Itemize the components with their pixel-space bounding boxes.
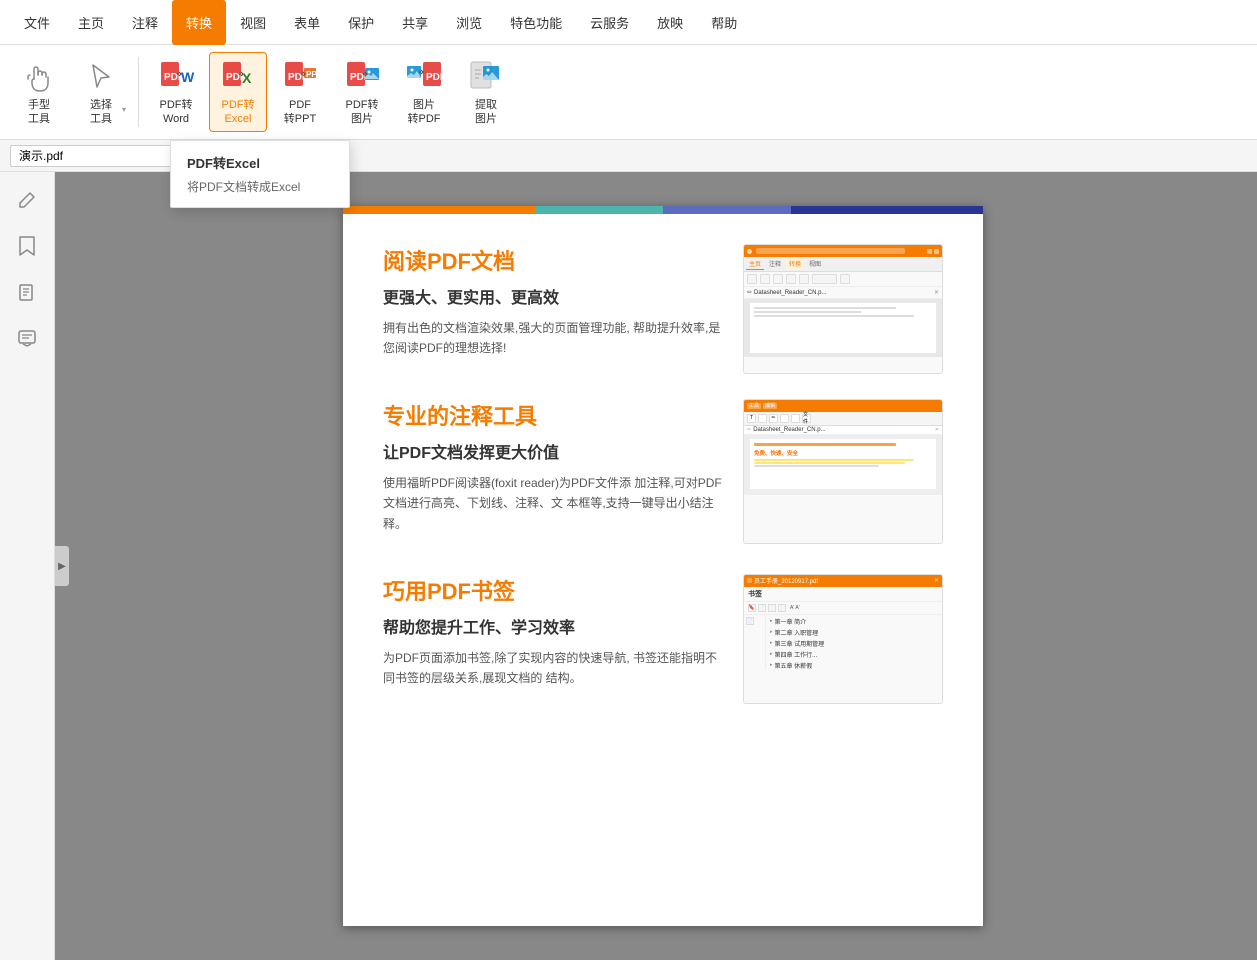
image-to-pdf-button[interactable]: PDF 图片转PDF [395,52,453,132]
svg-text:W: W [181,69,195,85]
section1-text: 拥有出色的文档渲染效果,强大的页面管理功能, 帮助提升效率,是您阅读PDF的理想… [383,318,723,359]
collapse-button[interactable]: ▶ [55,546,69,586]
menu-browse[interactable]: 浏览 [442,0,496,45]
pages-sidebar-icon[interactable] [9,274,45,310]
pdf-ppt-icon: PDF PPT [281,58,319,96]
color-bar-orange [343,206,535,214]
extract-label: 提取图片 [475,99,497,125]
section2-text: 使用福昕PDF阅读器(foxit reader)为PDF文件添 加注释,可对PD… [383,473,723,534]
select-tool-label: 选择工具 [90,99,112,125]
pdf-section-1: 阅读PDF文档 更强大、更实用、更高效 拥有出色的文档渲染效果,强大的页面管理功… [383,244,943,359]
main-area: ▶ 阅读PDF文档 更强大、更实用、更高效 拥有出色的文档渲染效果,强大的页面管… [0,172,1257,960]
separator-1 [138,57,139,127]
svg-text:PDF: PDF [426,72,443,83]
pdf-image-icon: PDF [343,58,381,96]
pdf-to-ppt-button[interactable]: PDF PPT PDF转PPT [271,52,329,132]
extract-icon [467,58,505,96]
pdf-ppt-label: PDF转PPT [284,99,316,125]
menu-convert[interactable]: 转换 [172,0,226,45]
toolbar: 手型工具 选择工具 PDF W PDF转Word PDF [0,45,1257,140]
extract-image-button[interactable]: 提取图片 [457,52,515,132]
section2-screenshot: 工具 编辑 T ✏ 文件 [743,399,943,544]
section3-title: 巧用PDF书签 [383,574,723,606]
bookmark-sidebar-icon[interactable] [9,228,45,264]
menu-special[interactable]: 特色功能 [496,0,576,45]
pdf-excel-icon: PDF X [219,58,257,96]
dropdown-tooltip: PDF转Excel 将PDF文档转成Excel [170,140,350,208]
color-bar-darkblue [791,206,983,214]
pdf-preview-page: 阅读PDF文档 更强大、更实用、更高效 拥有出色的文档渲染效果,强大的页面管理功… [343,206,983,926]
hand-tool-label: 手型工具 [28,99,50,125]
image-pdf-icon: PDF [405,58,443,96]
section3-subtitle: 帮助您提升工作、学习效率 [383,614,723,638]
image-pdf-label: 图片转PDF [408,99,441,125]
pdf-content: 阅读PDF文档 更强大、更实用、更高效 拥有出色的文档渲染效果,强大的页面管理功… [343,214,983,759]
pdf-color-bar [343,206,983,214]
menu-help[interactable]: 帮助 [697,0,751,45]
color-bar-blue [663,206,791,214]
menu-form[interactable]: 表单 [280,0,334,45]
svg-text:PPT: PPT [306,70,319,79]
section2-title: 专业的注释工具 [383,399,723,431]
dropdown-title: PDF转Excel [187,153,333,172]
menu-share[interactable]: 共享 [388,0,442,45]
pdf-to-excel-button[interactable]: PDF X PDF转Excel [209,52,267,132]
comment-sidebar-icon[interactable] [9,320,45,356]
section1-subtitle: 更强大、更实用、更高效 [383,284,723,308]
color-bar-teal [535,206,663,214]
dropdown-description: 将PDF文档转成Excel [187,178,333,195]
content-area: ▶ 阅读PDF文档 更强大、更实用、更高效 拥有出色的文档渲染效果,强大的页面管… [55,172,1257,960]
section1-title: 阅读PDF文档 [383,244,723,276]
pdf-to-word-button[interactable]: PDF W PDF转Word [147,52,205,132]
select-tool-button[interactable]: 选择工具 [72,52,130,132]
menu-annotate[interactable]: 注释 [118,0,172,45]
pdf-word-icon: PDF W [157,58,195,96]
hand-tool-button[interactable]: 手型工具 [10,52,68,132]
pdf-excel-label: PDF转Excel [222,99,255,125]
menu-protect[interactable]: 保护 [334,0,388,45]
menu-view[interactable]: 视图 [226,0,280,45]
pencil-sidebar-icon[interactable] [9,182,45,218]
pdf-image-label: PDF转图片 [346,99,379,125]
section1-screenshot: 主页 注释 转换 视图 [743,244,943,374]
menu-home[interactable]: 主页 [64,0,118,45]
section3-screenshot: 员工手册_20120917.pdf ✕ 书签 🔖 A' A' [743,574,943,704]
section3-text: 为PDF页面添加书签,除了实现内容的快速导航, 书签还能指明不同书签的层级关系,… [383,648,723,689]
pdf-section-2: 专业的注释工具 让PDF文档发挥更大价值 使用福昕PDF阅读器(foxit re… [383,399,943,534]
left-sidebar [0,172,55,960]
section2-subtitle: 让PDF文档发挥更大价值 [383,439,723,463]
pdf-to-image-button[interactable]: PDF PDF转图片 [333,52,391,132]
menu-file[interactable]: 文件 [10,0,64,45]
menu-bar: 文件 主页 注释 转换 视图 表单 保护 共享 浏览 特色功能 云服务 放映 帮… [0,0,1257,45]
pdf-word-label: PDF转Word [160,99,193,125]
hand-icon [20,58,58,96]
menu-cloud[interactable]: 云服务 [576,0,643,45]
menu-slideshow[interactable]: 放映 [643,0,697,45]
svg-text:X: X [242,70,252,86]
select-icon [82,58,120,96]
pdf-section-3: 巧用PDF书签 帮助您提升工作、学习效率 为PDF页面添加书签,除了实现内容的快… [383,574,943,689]
